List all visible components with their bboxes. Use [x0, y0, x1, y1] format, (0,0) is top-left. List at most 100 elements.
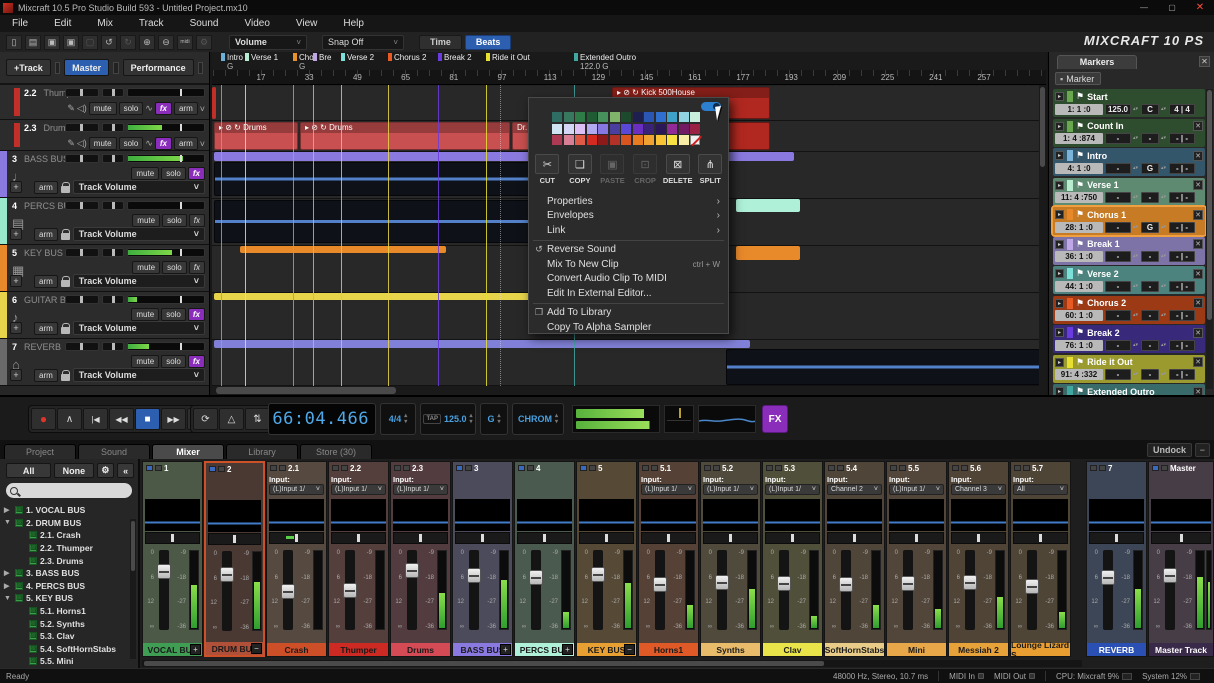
- strip-eq-display[interactable]: [827, 499, 882, 531]
- marker-position[interactable]: 4: 1 :0: [1055, 163, 1103, 174]
- menu-edit[interactable]: Edit: [54, 18, 71, 29]
- clip[interactable]: [726, 349, 1040, 385]
- strip-eq-display[interactable]: [579, 499, 634, 531]
- input-dropdown[interactable]: (L)Input 1/˅: [331, 484, 386, 495]
- arm-button[interactable]: arm: [174, 102, 198, 115]
- marker-delete-icon[interactable]: ✕: [1193, 210, 1203, 220]
- strip-mute-icon[interactable]: [1152, 465, 1159, 471]
- timeline-marker-flag[interactable]: Ride it Out: [486, 53, 530, 62]
- panel-collapse-button[interactable]: −: [1195, 443, 1210, 457]
- spinner-icon[interactable]: ▴▾: [1161, 254, 1167, 259]
- track-pan-slider[interactable]: [102, 295, 124, 304]
- strip-solo-icon[interactable]: [837, 465, 844, 471]
- key-display[interactable]: G▴▾: [480, 403, 508, 435]
- clip[interactable]: [214, 293, 532, 300]
- marker-time-sig[interactable]: - | -: [1169, 163, 1195, 174]
- marker-tempo[interactable]: -: [1105, 163, 1131, 174]
- marker-key[interactable]: -: [1141, 251, 1159, 262]
- color-swatch[interactable]: [564, 124, 574, 134]
- marker-tempo[interactable]: -: [1105, 222, 1131, 233]
- spinner-icon[interactable]: ▴▾: [1161, 313, 1167, 318]
- go-to-start-button[interactable]: |◀: [83, 408, 108, 430]
- mute-button[interactable]: mute: [131, 308, 159, 321]
- fader-track[interactable]: [222, 551, 232, 631]
- strip-pan-slider[interactable]: [889, 532, 944, 544]
- tab-project[interactable]: Project: [4, 444, 76, 459]
- tree-arrow-icon[interactable]: ▶: [4, 582, 12, 590]
- marker-expand-button[interactable]: ▸: [1055, 299, 1064, 308]
- strip-solo-icon[interactable]: [218, 466, 225, 472]
- strip-solo-icon[interactable]: [527, 465, 534, 471]
- fast-forward-button[interactable]: ▶▶: [161, 408, 186, 430]
- color-swatch[interactable]: [610, 124, 620, 134]
- fader-handle[interactable]: [653, 577, 667, 592]
- checkbox-icon[interactable]: [29, 645, 37, 653]
- midi-icon[interactable]: midi: [177, 35, 193, 50]
- strip-eq-display[interactable]: [889, 499, 944, 531]
- mixer-strip-5-1[interactable]: 5.1Input:(L)Input 1/˅0612∞-9-18-27-36Hor…: [638, 461, 699, 657]
- tree-item-21crash[interactable]: 2.1. Crash: [4, 529, 138, 542]
- fader-handle[interactable]: [343, 583, 357, 598]
- strip-name-label[interactable]: Synths: [701, 643, 760, 656]
- menu-item-copy-to-alpha-sampler[interactable]: Copy To Alpha Sampler: [529, 320, 728, 335]
- io-levels-button[interactable]: ⇅: [245, 408, 270, 430]
- color-swatch[interactable]: [679, 135, 689, 145]
- tab-mixer[interactable]: Mixer: [152, 444, 224, 459]
- delete-button[interactable]: ⊠DELETE: [661, 154, 694, 185]
- menu-item-link[interactable]: Link›: [529, 223, 728, 238]
- marker-time-sig[interactable]: - | -: [1169, 192, 1195, 203]
- fader-handle[interactable]: [405, 563, 419, 578]
- time-mode-button[interactable]: Time: [419, 35, 462, 50]
- marker-key[interactable]: G: [1141, 163, 1159, 174]
- collapse-browser-button[interactable]: «: [117, 463, 134, 478]
- color-swatch[interactable]: [598, 124, 608, 134]
- time-display[interactable]: 66:04.466: [268, 403, 376, 435]
- spinner-icon[interactable]: ▴▾: [1133, 107, 1139, 112]
- master-list-icon[interactable]: [113, 62, 118, 74]
- marker-key[interactable]: -: [1141, 192, 1159, 203]
- marker-key[interactable]: -: [1141, 281, 1159, 292]
- fader-track[interactable]: [903, 550, 913, 630]
- timeline-marker-flag[interactable]: Verse 1: [245, 53, 278, 62]
- tree-item-52synths[interactable]: 5.2. Synths: [4, 617, 138, 630]
- spinner-icon[interactable]: ▴▾: [1133, 254, 1139, 259]
- mixer-strip-5-7[interactable]: 5.7Input:All˅0612∞-9-18-27-36Lounge Liza…: [1010, 461, 1071, 657]
- menu-sound[interactable]: Sound: [190, 18, 219, 29]
- open-project-icon[interactable]: ▤: [25, 35, 41, 50]
- add-subtrack-button[interactable]: +: [10, 228, 22, 240]
- clip[interactable]: [214, 340, 750, 348]
- track-header-key-bus[interactable]: 5KEY BUS▦mutesolofx+armTrack Volume˅: [0, 245, 209, 292]
- marker-expand-button[interactable]: ▸: [1055, 122, 1064, 131]
- tree-item-51horns1[interactable]: 5.1. Horns1: [4, 605, 138, 618]
- marker-tempo[interactable]: 125.0: [1105, 104, 1131, 115]
- strip-pan-slider[interactable]: [455, 532, 510, 544]
- fader-track[interactable]: [1027, 550, 1037, 630]
- marker-entry-count-in[interactable]: ▸⚑Count In✕1: 4 :874-▴▾-▴▾- | -: [1053, 119, 1205, 147]
- marker-time-sig[interactable]: - | -: [1169, 222, 1195, 233]
- solo-button[interactable]: solo: [162, 261, 187, 274]
- strip-name-label[interactable]: SoftHornStabs: [825, 643, 884, 656]
- spinner-icon[interactable]: ▴▾: [1161, 372, 1167, 377]
- performance-button[interactable]: Performance: [123, 59, 194, 76]
- marker-color-swatch[interactable]: [1067, 180, 1073, 191]
- strip-eq-display[interactable]: [517, 499, 572, 531]
- fx-button[interactable]: fx: [188, 355, 205, 368]
- strip-mute-icon[interactable]: [146, 465, 153, 471]
- strip-name-label[interactable]: Crash: [267, 643, 326, 656]
- mixer-strip-3[interactable]: 30612∞-9-18-27-36BASS BUS+: [452, 461, 513, 657]
- tree-item-22thumper[interactable]: 2.2. Thumper: [4, 542, 138, 555]
- spinner-icon[interactable]: ▴▾: [1161, 343, 1167, 348]
- add-track-button[interactable]: +Track: [6, 59, 51, 76]
- color-swatch[interactable]: [564, 112, 574, 122]
- strip-pan-slider[interactable]: [1151, 532, 1211, 544]
- strip-solo-icon[interactable]: [961, 465, 968, 471]
- maximize-button[interactable]: ▢: [1158, 0, 1186, 14]
- solo-button[interactable]: solo: [161, 167, 186, 180]
- strip-pan-slider[interactable]: [393, 532, 448, 544]
- performance-grid-icon[interactable]: [198, 62, 203, 74]
- arm-button[interactable]: arm: [34, 275, 58, 288]
- marker-time-sig[interactable]: - | -: [1169, 251, 1195, 262]
- marker-time-sig[interactable]: - | -: [1169, 133, 1195, 144]
- tree-arrow-icon[interactable]: ▼: [4, 595, 12, 602]
- solo-button[interactable]: solo: [119, 137, 144, 150]
